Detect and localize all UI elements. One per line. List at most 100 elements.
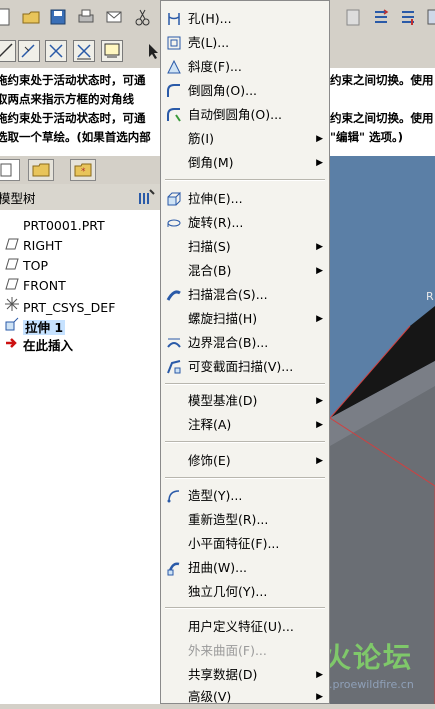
print-icon[interactable] [75,6,97,28]
revolve-icon [166,215,182,231]
submenu-arrow-icon: ▶ [316,670,323,680]
insert-here-icon [4,336,20,356]
tree-item-label: 拉伸 1 [23,320,66,335]
navigator-tabs: * [0,156,160,185]
menu-separator [165,607,325,609]
status-message: 拖约束处于活动状态时，可通 [0,73,146,87]
menu-separator [165,441,325,443]
svg-text:*: * [81,167,86,177]
tree-item-insert-here[interactable]: 在此插入 [4,336,73,356]
constraint-icon[interactable] [18,40,40,62]
open-folder-icon[interactable] [20,6,42,28]
tree-item-front[interactable]: FRONT [4,276,66,296]
style-icon [166,488,182,504]
warp-icon [166,560,182,576]
tab-folder-browser[interactable] [28,159,54,181]
sketch-line-icon[interactable] [0,40,16,62]
tree-item-label: 在此插入 [23,338,74,353]
extrude-icon [4,316,20,338]
menu-item-boundary-blend[interactable]: 边界混合(B)... [161,331,329,355]
model-tree-title: 模型树 [0,191,36,206]
menu-item-blend[interactable]: 混合(B) ▶ [161,259,329,283]
status-message: 取两点来指示方框的对角线 [0,92,134,106]
submenu-arrow-icon: ▶ [316,242,323,252]
swept-blend-icon [166,287,182,303]
menu-item-annotation[interactable]: 注释(A) ▶ [161,413,329,437]
menu-item-swept-blend[interactable]: 扫描混合(S)... [161,283,329,307]
tab-model-tree[interactable] [0,159,20,181]
auto-round-icon [166,107,182,123]
submenu-arrow-icon: ▶ [316,396,323,406]
model-tree: PRT0001.PRT RIGHT TOP FRONT PRT_CSYS_DEF… [0,210,160,704]
dimension-icon[interactable] [45,40,67,62]
model-geometry [330,156,435,704]
submenu-arrow-icon: ▶ [316,456,323,466]
tree-item-label: TOP [23,258,49,273]
menu-item-shared-data[interactable]: 共享数据(D) ▶ [161,663,329,687]
menu-item-facet-feature[interactable]: 小平面特征(F)... [161,532,329,556]
menu-item-auto-round[interactable]: 自动倒圆角(O)... [161,103,329,127]
hole-icon [166,11,182,27]
menu-item-helical-sweep[interactable]: 螺旋扫描(H) ▶ [161,307,329,331]
paste-icon[interactable] [342,6,364,28]
menu-separator [165,383,325,385]
tree-item-label: PRT_CSYS_DEF [23,300,116,315]
tree-item-top[interactable]: TOP [4,256,48,276]
menu-item-cosmetic[interactable]: 修饰(E) ▶ [161,449,329,473]
tree-item-csys[interactable]: PRT_CSYS_DEF [4,296,115,316]
submenu-arrow-icon: ▶ [316,314,323,324]
reorder-icon[interactable] [397,6,419,28]
regenerate-icon[interactable] [370,6,392,28]
menu-item-user-defined-feature[interactable]: 用户定义特征(U)... [161,615,329,639]
tree-item-right[interactable]: RIGHT [4,236,62,256]
var-sweep-icon [166,359,182,375]
menu-item-model-datum[interactable]: 模型基准(D) ▶ [161,389,329,413]
extrude-icon [166,191,182,207]
save-icon[interactable] [47,6,69,28]
cut-icon[interactable] [131,6,153,28]
mail-icon[interactable] [103,6,125,28]
menu-item-advanced[interactable]: 高级(V) ▶ [161,685,329,709]
status-message: 拖约束处于活动状态时，可通 [0,111,146,125]
menu-item-foreign-surface: 外来曲面(F)... [188,643,267,658]
menu-item-rib[interactable]: 筋(I) ▶ [161,127,329,151]
submenu-arrow-icon: ▶ [316,158,323,168]
menu-item-draft[interactable]: 斜度(F)... [161,55,329,79]
menu-item-extrude[interactable]: 拉伸(E)... [161,187,329,211]
menu-item-revolve[interactable]: 旋转(R)... [161,211,329,235]
model-tree-header: 模型树 [0,184,160,211]
sketch-display-icon[interactable] [101,40,123,62]
tab-favorites[interactable]: * [70,159,96,181]
menu-item-variable-section-sweep[interactable]: 可变截面扫描(V)... [161,355,329,379]
menu-item-independent-geometry[interactable]: 独立几何(Y)... [161,580,329,604]
menu-separator [165,477,325,479]
window-icon[interactable] [425,6,435,28]
menu-item-warp[interactable]: 扭曲(W)... [161,556,329,580]
round-icon [166,83,182,99]
status-message: 选取一个草绘。(如果首选内部 [0,130,151,144]
status-message-right: "编辑" 选项。) [330,130,403,144]
datum-label: R [426,290,434,303]
datum-plane-icon [4,276,20,296]
menu-item-hole[interactable]: 孔(H)... [161,7,329,31]
menu-item-sweep[interactable]: 扫描(S) ▶ [161,235,329,259]
menu-item-style[interactable]: 造型(Y)... [161,484,329,508]
menu-item-shell[interactable]: 壳(L)... [161,31,329,55]
insert-menu: 孔(H)... 壳(L)... 斜度(F)... 倒圆角(O)... 自动倒圆角… [160,0,330,704]
submenu-arrow-icon: ▶ [316,134,323,144]
menu-item-round[interactable]: 倒圆角(O)... [161,79,329,103]
menu-item-restyle[interactable]: 重新造型(R)... [161,508,329,532]
tree-item-label: PRT0001.PRT [23,218,105,233]
new-file-icon[interactable] [0,6,14,28]
draft-icon [166,59,182,75]
menu-separator [165,179,325,181]
tree-item-label: FRONT [23,278,66,293]
menu-item-chamfer[interactable]: 倒角(M) ▶ [161,151,329,175]
modify-icon[interactable] [73,40,95,62]
tree-item-extrude[interactable]: 拉伸 1 [4,316,66,338]
graphics-viewport[interactable]: R [330,156,435,704]
tree-item-part[interactable]: PRT0001.PRT [4,216,105,236]
boundary-blend-icon [166,335,182,351]
tree-settings-icon[interactable] [136,187,156,210]
status-message-right: 约束之间切换。使用 [330,73,434,87]
